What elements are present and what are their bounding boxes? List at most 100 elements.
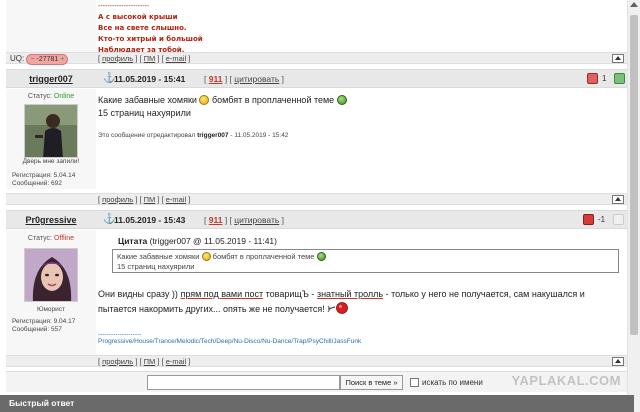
scroll-up-arrow-icon[interactable]: [630, 2, 638, 7]
post-author-nick[interactable]: trigger007: [6, 74, 96, 84]
troll-smiley-icon: [327, 301, 351, 314]
edited-nick: trigger007: [197, 132, 229, 139]
email-link[interactable]: e-mail: [166, 195, 186, 204]
reg-label: Регистрация:: [12, 172, 52, 179]
author-status: Статус: Online: [6, 93, 96, 100]
post-footer: [ профиль ] [ ПМ ] [ e-mail ]: [6, 193, 627, 205]
post-links: [ профиль ] [ ПМ ] [ e-mail ]: [98, 54, 191, 63]
post-rating: [ 911 ] [ цитировать ]: [204, 74, 284, 84]
signature-text[interactable]: Progressive/House/Trance/Melodic/Tech/De…: [98, 338, 361, 345]
post-footer: [ профиль ] [ ПМ ] [ e-mail ]: [6, 355, 627, 367]
quote-title: Цитата: [118, 236, 148, 246]
edited-date: - 11.05.2019 - 15:42: [230, 132, 289, 139]
scroll-top-button[interactable]: [612, 195, 624, 204]
smiley-icon: [199, 95, 210, 105]
avatar-image: [25, 105, 77, 157]
post-author-panel: Статус: Online Дверь мне запили! Регистр…: [6, 89, 96, 189]
search-input[interactable]: [147, 375, 340, 390]
search-in-topic-button[interactable]: Поиск в теме »: [340, 375, 403, 390]
rating-value[interactable]: 911: [209, 74, 223, 84]
post-text: товарищЪ -: [265, 289, 315, 299]
post-text-line: Они видны сразу )) прям под вами пост то…: [98, 288, 626, 301]
scroll-top-button[interactable]: [612, 54, 624, 63]
pm-link[interactable]: ПМ: [144, 54, 156, 63]
post-author-nick[interactable]: Pr0gressive: [6, 215, 96, 225]
user-caption: Юморист: [36, 306, 66, 313]
uq-label: UQ:: [10, 54, 25, 63]
quote-line: Какие забавные хомяки бомбят в проплачен…: [117, 252, 614, 262]
page-scrollbar[interactable]: [627, 0, 640, 412]
msgs-value: 557: [51, 326, 62, 333]
top-post-left-column: [6, 0, 96, 52]
vote-down-icon[interactable]: [583, 214, 594, 225]
pm-link[interactable]: ПМ: [144, 195, 156, 204]
post-date: 11.05.2019 - 15:41: [114, 74, 186, 84]
signature-line: Все на свете слышно.: [98, 24, 187, 32]
vote-count: 1: [602, 74, 607, 83]
search-by-name-label: искать по имени: [422, 378, 483, 387]
post-header: Pr0gressive ⚓ 11.05.2019 - 15:43 [ 911 ]…: [6, 210, 627, 229]
msgs-value: 692: [51, 180, 62, 187]
quote-line: 15 страниц нахуярили: [117, 262, 195, 271]
post-signature: -------------------- Progressive/House/T…: [98, 331, 361, 345]
user-caption: Дверь мне запили!: [22, 158, 80, 165]
globe-smiley-icon: [316, 252, 326, 261]
vote-up-icon[interactable]: [614, 73, 625, 84]
uq-score: UQ: − -27781 +: [10, 54, 69, 65]
post-text: Они видны сразу )): [98, 289, 178, 299]
fast-reply-bar[interactable]: Быстрый ответ: [0, 395, 634, 412]
scroll-top-button[interactable]: [612, 357, 624, 366]
msgs-label: Сообщений:: [12, 326, 50, 333]
scrollbar-thumb[interactable]: [630, 15, 638, 335]
email-link[interactable]: e-mail: [166, 54, 186, 63]
signature-divider: ----------------------: [98, 3, 150, 10]
quote-meta: (trigger007 @ 11.05.2019 - 11:41): [149, 236, 277, 246]
post-text: Какие забавные хомяки: [98, 95, 197, 105]
msgs-label: Сообщений:: [12, 180, 50, 187]
post-text-highlight: знатный тролль: [316, 289, 384, 299]
search-by-name-checkbox[interactable]: [410, 378, 419, 387]
status-online: Online: [53, 93, 75, 100]
post-text: бомбят в проплаченной теме: [212, 95, 335, 105]
post-links: [ профиль ] [ ПМ ] [ e-mail ]: [98, 195, 191, 204]
post-author-panel: Статус: Offline Юморист Регистрация: 9.0…: [6, 230, 96, 355]
post-body: Они видны сразу )) прям под вами пост то…: [98, 288, 626, 316]
profile-link[interactable]: профиль: [102, 195, 133, 204]
reg-value: 9.04.17: [53, 318, 76, 325]
edited-note: Это сообщение отредактировал trigger007 …: [98, 132, 618, 139]
profile-link[interactable]: профиль: [102, 54, 133, 63]
smiley-icon: [201, 252, 211, 261]
pm-link[interactable]: ПМ: [144, 357, 156, 366]
signature-line: Кто-то хитрый и большой: [98, 35, 203, 43]
author-status: Статус: Offline: [6, 235, 96, 242]
email-link[interactable]: e-mail: [166, 357, 186, 366]
vote-count: -1: [598, 215, 606, 224]
profile-link[interactable]: профиль: [102, 357, 133, 366]
reg-value: 5.04.14: [53, 172, 76, 179]
user-meta: Регистрация: 9.04.17 Сообщений: 557: [6, 318, 75, 334]
quote-header: Цитата (trigger007 @ 11.05.2019 - 11:41): [118, 236, 277, 246]
vote-down-icon[interactable]: [587, 73, 598, 84]
avatar[interactable]: [24, 104, 78, 158]
uq-value: -27781: [36, 56, 59, 63]
post-text-line: пытается накормить других... опять же не…: [98, 301, 626, 316]
post-date: 11.05.2019 - 15:43: [114, 215, 186, 225]
reg-label: Регистрация:: [12, 318, 52, 325]
status-offline: Offline: [53, 235, 75, 242]
avatar[interactable]: [24, 248, 78, 302]
fast-reply-label: Быстрый ответ: [9, 398, 75, 408]
status-label: Статус:: [27, 93, 52, 100]
post-text: пытается накормить других... опять же не…: [98, 304, 325, 314]
post-rating: [ 911 ] [ цитировать ]: [204, 215, 284, 225]
rating-value[interactable]: 911: [209, 215, 223, 225]
user-meta: Регистрация: 5.04.14 Сообщений: 692: [6, 172, 75, 188]
post-header: trigger007 ⚓ 11.05.2019 - 15:41 [ 911 ] …: [6, 69, 627, 88]
quote-action[interactable]: цитировать: [234, 74, 279, 84]
site-watermark: YAPLAKAL.COM: [511, 373, 621, 388]
quote-action[interactable]: цитировать: [234, 215, 279, 225]
avatar-image: [25, 249, 77, 301]
uq-badge: − -27781 +: [26, 54, 69, 65]
post-text-line: Какие забавные хомяки бомбят в проплачен…: [98, 94, 618, 107]
signature-divider: --------------------: [98, 331, 142, 338]
vote-up-icon[interactable]: [613, 214, 624, 225]
